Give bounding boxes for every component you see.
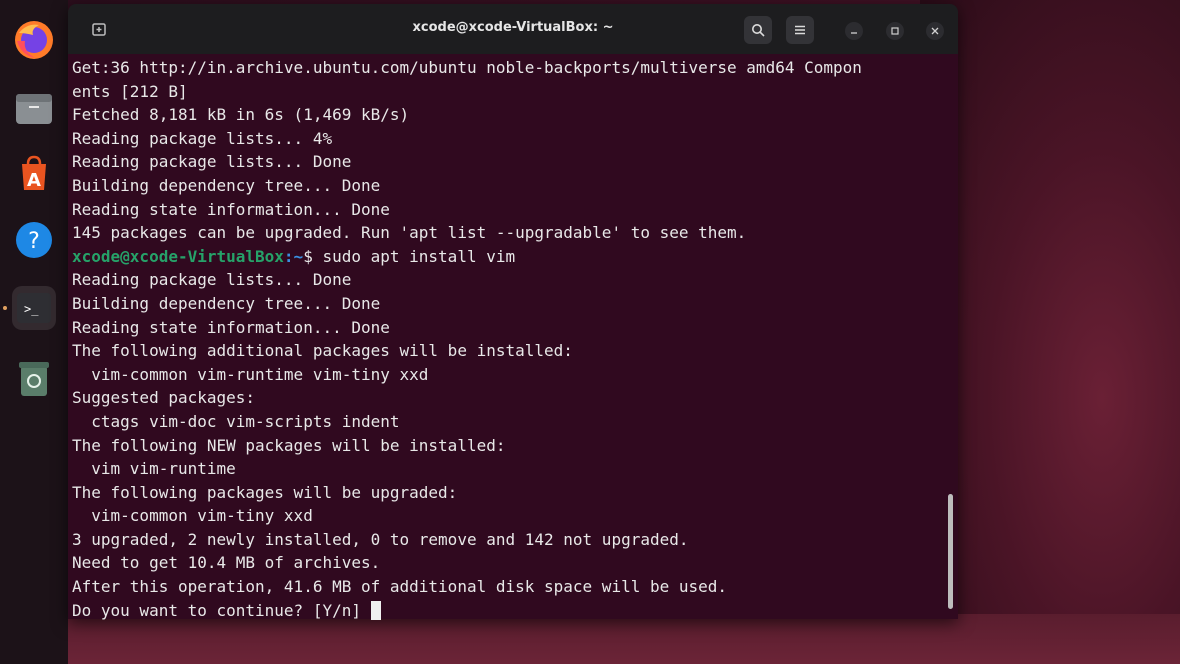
terminal-icon: >_ [17,293,51,323]
maximize-button[interactable] [886,22,904,40]
terminal-line: 145 packages can be upgraded. Run 'apt l… [72,223,747,243]
text-cursor [370,600,381,620]
active-indicator [3,306,7,310]
terminal-line: vim-common vim-tiny xxd [72,506,313,526]
terminal-line: Suggested packages: [72,388,256,408]
svg-text:?: ? [28,229,40,254]
terminal-line: vim-common vim-runtime vim-tiny xxd [72,364,429,384]
firefox-launcher[interactable] [12,18,56,62]
prompt-line: xcode@xcode-VirtualBox:~$ sudo apt insta… [72,245,958,269]
terminal-line: Reading state information... Done [72,199,390,219]
terminal-line: The following additional packages will b… [72,341,573,361]
prompt-command: $ sudo apt install vim [303,246,516,266]
terminal-line: Building dependency tree... Done [72,293,381,313]
search-icon [752,24,765,37]
prompt-path: :~ [283,246,304,266]
terminal-line: ents [212 B] [72,81,188,101]
new-tab-button[interactable] [86,16,112,42]
minimize-button[interactable] [845,22,863,40]
terminal-line: Reading package lists... Done [72,152,352,172]
maximize-icon [891,27,899,35]
hamburger-menu-icon [795,25,805,35]
terminal-line: 3 upgraded, 2 newly installed, 0 to remo… [72,529,689,549]
trash-icon [19,362,49,396]
menu-button[interactable] [786,16,814,44]
svg-text:>_: >_ [24,302,39,316]
help-icon: ? [16,222,52,258]
terminal-window: xcode@xcode-VirtualBox: ~ Get:36 http://… [68,4,958,620]
trash-launcher[interactable] [12,356,56,400]
terminal-line: Building dependency tree... Done [72,175,381,195]
svg-text:A: A [27,170,41,191]
terminal-line: Need to get 10.4 MB of archives. [72,553,381,573]
desktop-wallpaper [920,0,1180,664]
files-icon [16,94,52,124]
firefox-icon [15,21,53,59]
new-tab-icon [92,23,106,36]
terminal-line: Reading package lists... 4% [72,128,333,148]
terminal-output[interactable]: Get:36 http://in.archive.ubuntu.com/ubun… [68,54,958,620]
minimize-icon [851,32,857,34]
prompt-user: xcode@xcode-VirtualBox [72,246,284,266]
terminal-line: Reading state information... Done [72,317,390,337]
terminal-line: Reading package lists... Done [72,270,352,290]
terminal-line: Fetched 8,181 kB in 6s (1,469 kB/s) [72,105,410,125]
help-launcher[interactable]: ? [12,218,56,262]
search-button[interactable] [744,16,772,44]
app-center-launcher[interactable]: A [12,152,56,196]
terminal-launcher[interactable]: >_ [12,286,56,330]
window-title: xcode@xcode-VirtualBox: ~ [412,20,614,35]
close-icon [931,27,939,35]
terminal-line: ctags vim-doc vim-scripts indent [72,411,400,431]
dock: A ? >_ [0,0,68,664]
close-button[interactable] [926,22,944,40]
files-launcher[interactable] [12,86,56,130]
app-center-icon: A [22,155,46,191]
terminal-line: The following packages will be upgraded: [72,482,458,502]
title-bar[interactable]: xcode@xcode-VirtualBox: ~ [68,4,958,54]
continue-prompt: Do you want to continue? [Y/n] [72,600,371,620]
terminal-line: vim vim-runtime [72,459,236,479]
input-line[interactable]: Do you want to continue? [Y/n] [72,599,958,623]
terminal-line: The following NEW packages will be insta… [72,435,506,455]
terminal-line: Get:36 http://in.archive.ubuntu.com/ubun… [72,58,862,77]
terminal-line: After this operation, 41.6 MB of additio… [72,577,728,597]
scrollbar[interactable] [948,494,953,609]
